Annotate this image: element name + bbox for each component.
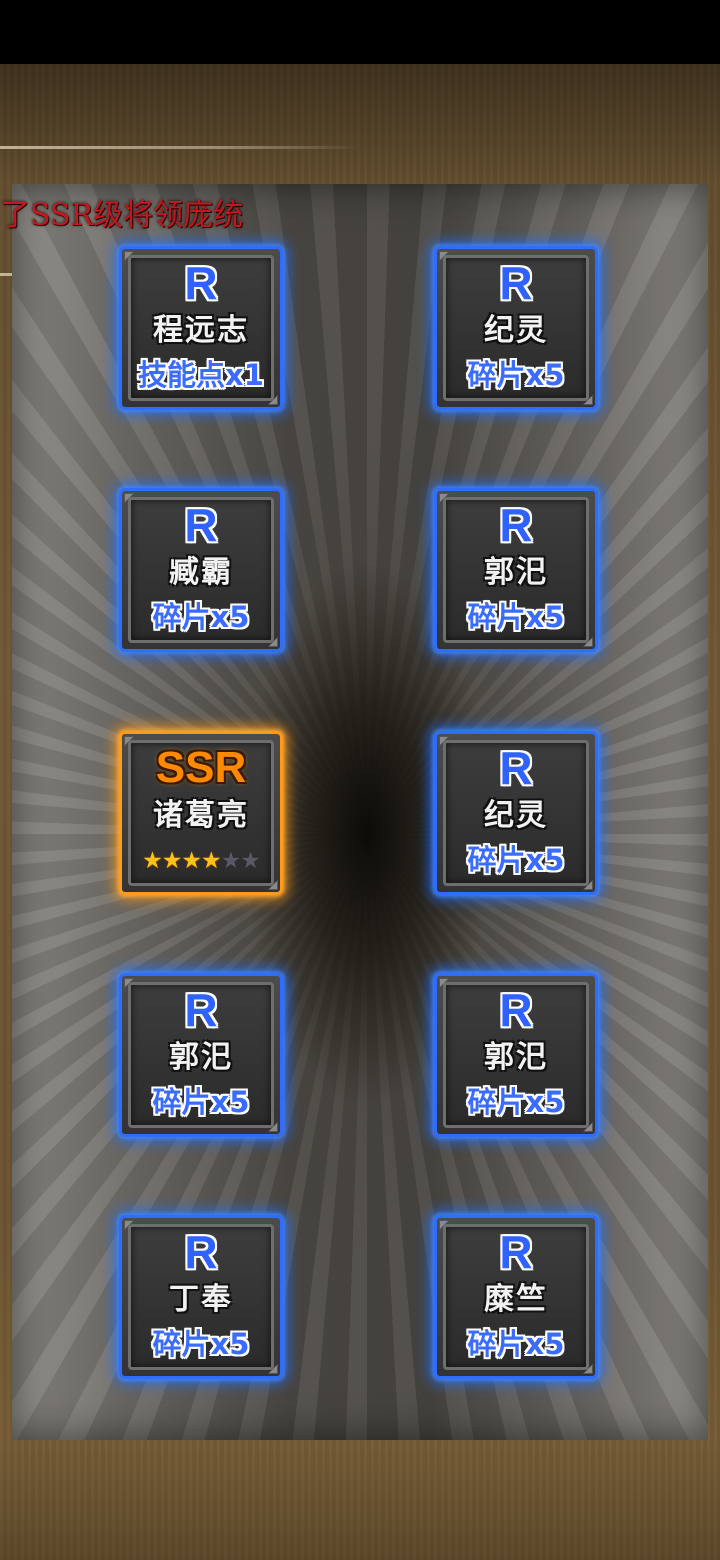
general-name: 纪灵	[484, 798, 548, 833]
star-filled-icon: ★	[142, 848, 163, 874]
star-filled-icon: ★	[201, 848, 222, 874]
reward-card[interactable]: R 郭汜 碎片x5	[434, 973, 598, 1137]
reward-card[interactable]: R 丁奉 碎片x5	[119, 1215, 283, 1379]
general-name: 诸葛亮	[153, 798, 249, 833]
reward-text: 碎片x5	[152, 1327, 250, 1361]
reward-card[interactable]: R 糜竺 碎片x5	[434, 1215, 598, 1379]
general-name: 郭汜	[484, 555, 548, 590]
reward-text: 技能点x1	[138, 358, 264, 392]
reward-text: 碎片x5	[152, 600, 250, 634]
reward-card[interactable]: R 臧霸 碎片x5	[119, 488, 283, 652]
general-name: 郭汜	[484, 1040, 548, 1075]
rarity-label: R	[184, 984, 218, 1036]
general-name: 糜竺	[484, 1282, 548, 1317]
reward-card[interactable]: R 程远志 技能点x1	[119, 246, 283, 410]
star-filled-icon: ★	[161, 848, 183, 874]
reward-card[interactable]: R 纪灵 碎片x5	[434, 731, 598, 895]
announcement-divider-top	[0, 146, 360, 149]
rarity-label: R	[499, 499, 533, 551]
status-bar	[0, 0, 720, 64]
reward-text: 碎片x5	[467, 1085, 565, 1119]
scrolling-announcement: 了SSR级将领庞统	[0, 198, 244, 233]
rarity-label: R	[184, 1226, 218, 1278]
reward-text: 碎片x5	[467, 358, 565, 392]
reward-text: 碎片x5	[152, 1085, 250, 1119]
general-name: 程远志	[153, 313, 249, 348]
draw-results-panel	[12, 184, 708, 1440]
rarity-label: R	[499, 742, 533, 794]
rarity-label: R	[499, 984, 533, 1036]
rarity-label: R	[184, 499, 218, 551]
reward-card[interactable]: R 郭汜 碎片x5	[119, 973, 283, 1137]
reward-text: 碎片x5	[467, 600, 565, 634]
rarity-label: R	[499, 1226, 533, 1278]
general-name: 纪灵	[484, 313, 548, 348]
star-rating: ★★★★★★	[122, 846, 280, 876]
general-name: 臧霸	[169, 555, 233, 590]
rarity-label: SSR	[155, 743, 247, 792]
star-empty-icon: ★	[240, 848, 261, 874]
reward-card[interactable]: R 郭汜 碎片x5	[434, 488, 598, 652]
reward-card[interactable]: R 纪灵 碎片x5	[434, 246, 598, 410]
rarity-label: R	[499, 257, 533, 309]
reward-text: 碎片x5	[467, 1327, 565, 1361]
reward-text: 碎片x5	[467, 843, 565, 877]
star-empty-icon: ★	[220, 848, 242, 874]
rarity-label: R	[184, 257, 218, 309]
general-name: 郭汜	[169, 1040, 233, 1075]
star-filled-icon: ★	[181, 848, 202, 874]
general-name: 丁奉	[169, 1282, 233, 1317]
reward-card-ssr[interactable]: SSR 诸葛亮 ★★★★★★	[119, 731, 283, 895]
